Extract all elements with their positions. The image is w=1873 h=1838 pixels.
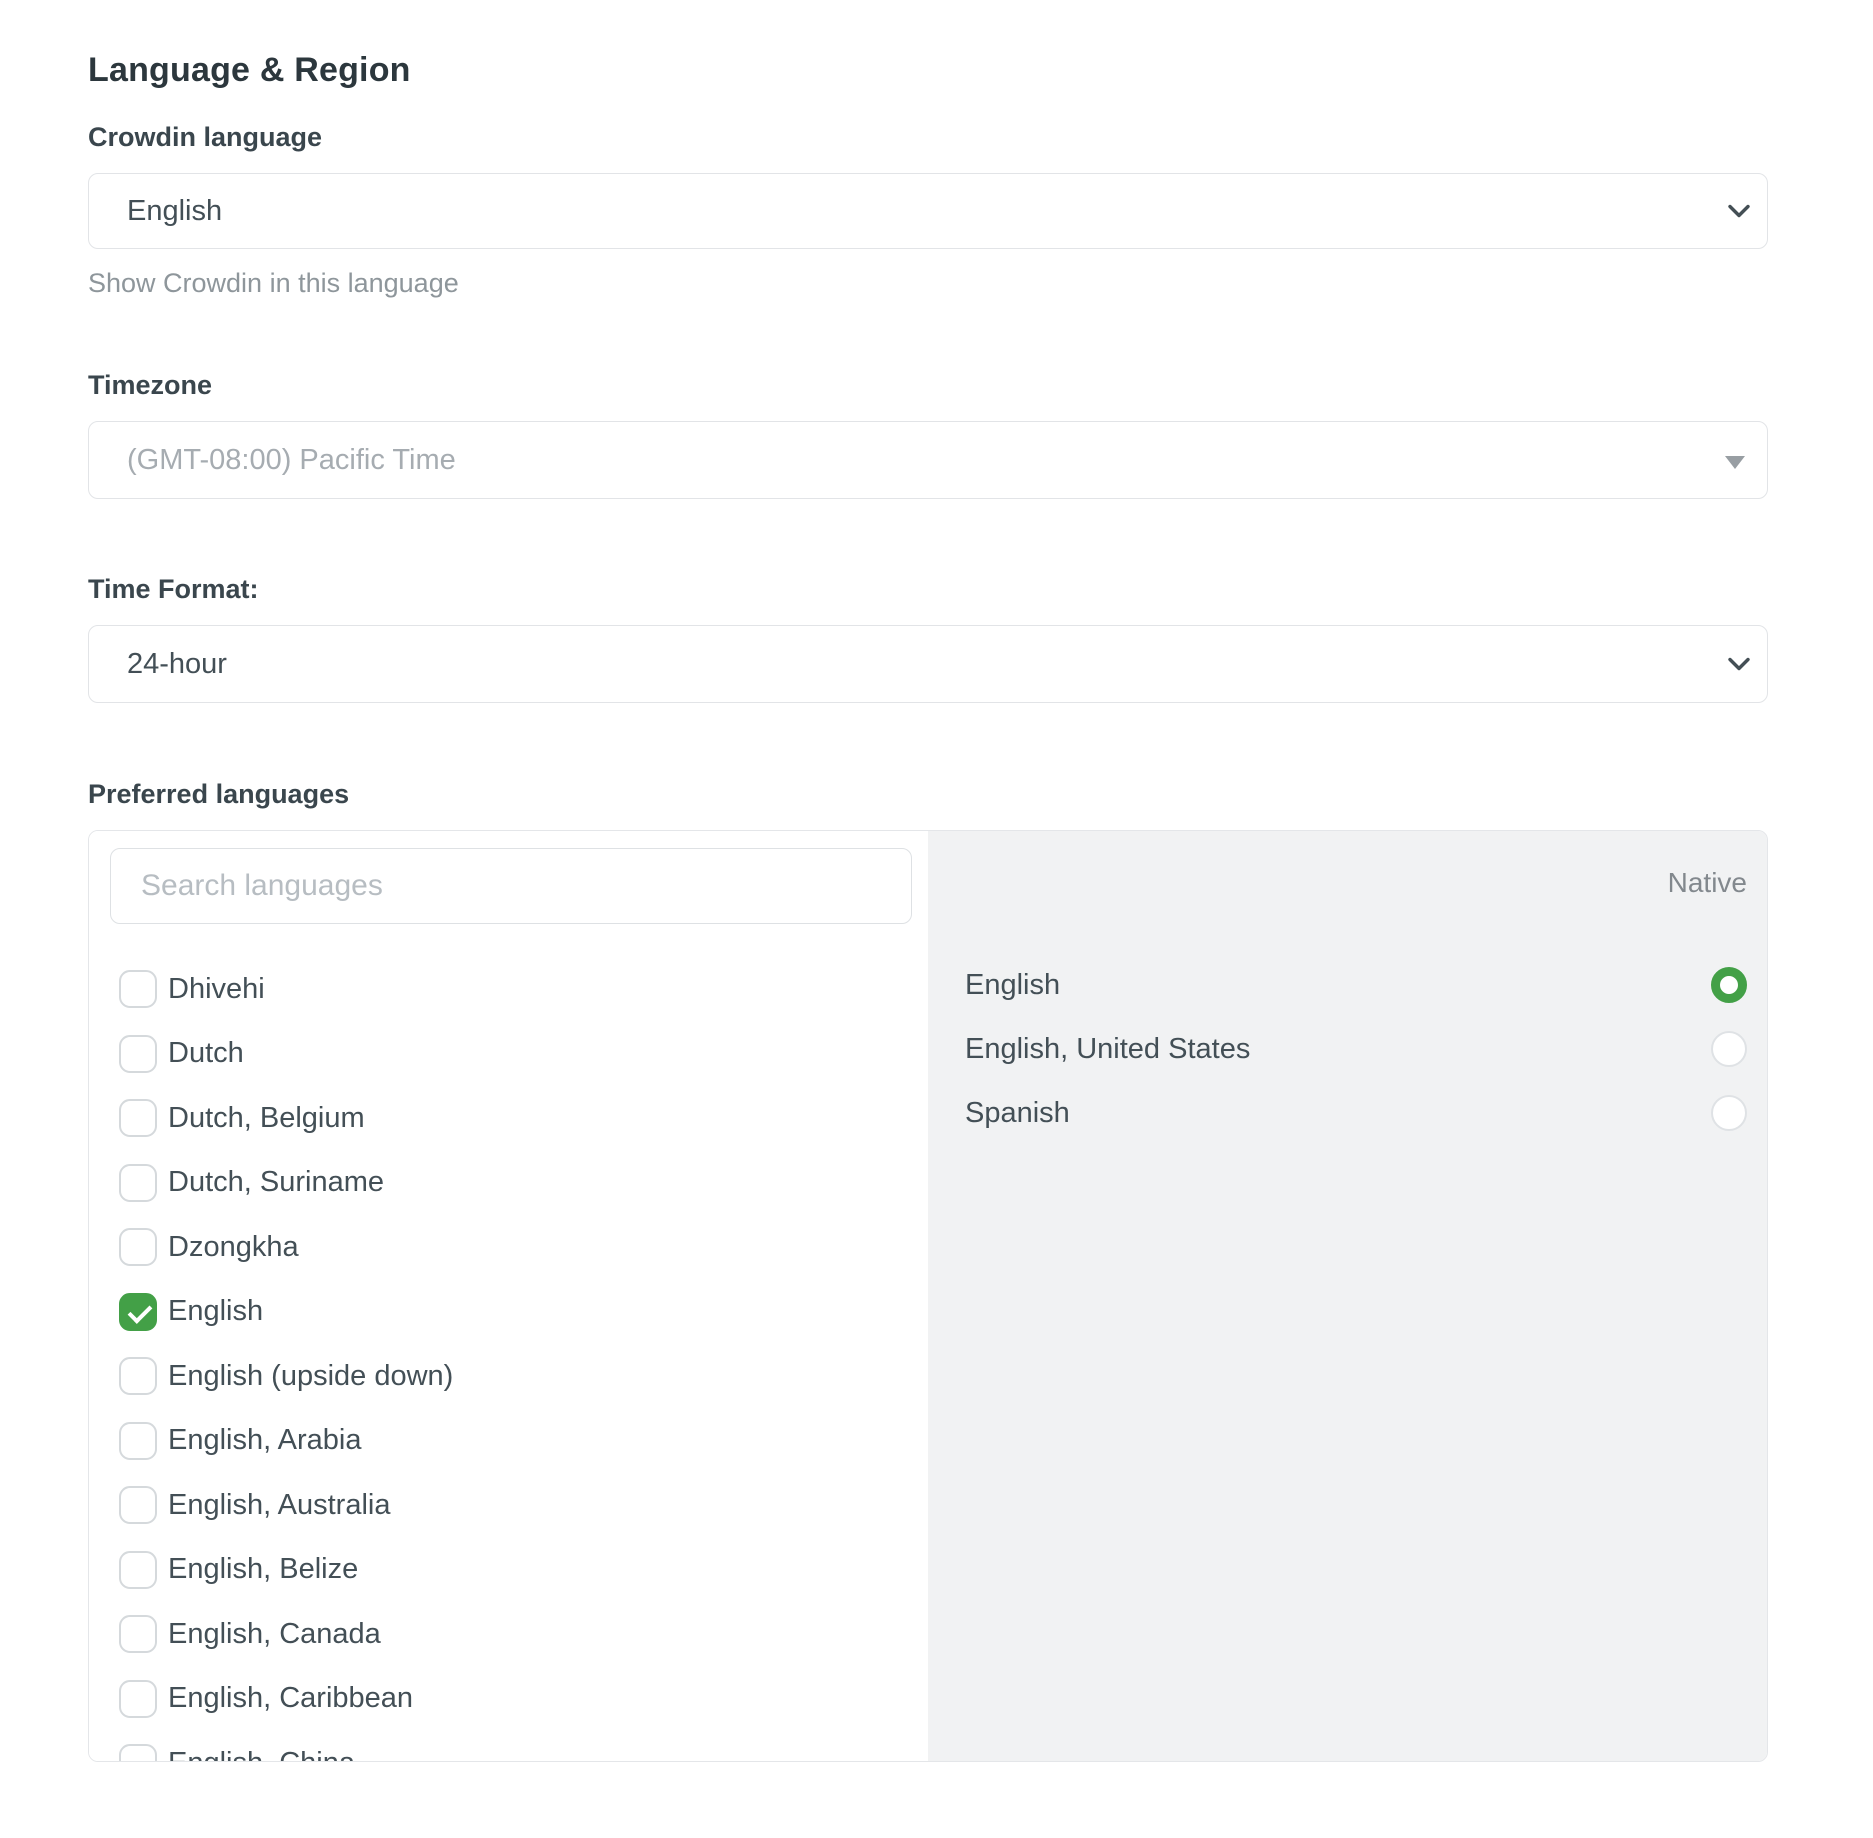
list-item[interactable]: English, Australia [119, 1473, 928, 1538]
checkbox[interactable] [119, 1680, 157, 1718]
language-option-label: Dutch [168, 1037, 244, 1070]
language-option-label: English, Australia [168, 1489, 390, 1522]
list-item: English, United States [965, 1017, 1747, 1081]
selected-languages-list: English English, United States Spanish [965, 953, 1747, 1145]
language-option-label: Dzongkha [168, 1231, 299, 1264]
selected-language-label: English, United States [965, 1033, 1250, 1066]
checkbox[interactable] [119, 970, 157, 1008]
list-item[interactable]: English, Canada [119, 1602, 928, 1667]
preferred-languages-panel: Dhivehi Dutch Dutch, Belgium Dutch, Suri… [88, 830, 1768, 1762]
list-item[interactable]: Dzongkha [119, 1215, 928, 1280]
list-item[interactable]: Dhivehi [119, 957, 928, 1022]
selected-language-label: Spanish [965, 1097, 1070, 1130]
language-list: Dhivehi Dutch Dutch, Belgium Dutch, Suri… [89, 957, 928, 1762]
checkbox[interactable] [119, 1099, 157, 1137]
triangle-down-icon [1725, 456, 1745, 469]
list-item[interactable]: Dutch, Belgium [119, 1086, 928, 1151]
native-column: Native English English, United States Sp… [928, 831, 1767, 1761]
language-option-label: English (upside down) [168, 1360, 453, 1393]
list-item[interactable]: English, Arabia [119, 1409, 928, 1474]
checkbox[interactable] [119, 1035, 157, 1073]
preferred-languages-label: Preferred languages [88, 777, 1768, 811]
language-option-label: Dhivehi [168, 973, 265, 1006]
native-header-label: Native [965, 866, 1747, 900]
native-radio[interactable] [1711, 1031, 1747, 1067]
crowdin-language-hint: Show Crowdin in this language [88, 266, 1768, 300]
timezone-select[interactable]: (GMT-08:00) Pacific Time [88, 421, 1768, 499]
language-options-column: Dhivehi Dutch Dutch, Belgium Dutch, Suri… [89, 831, 928, 1761]
list-item: Spanish [965, 1081, 1747, 1145]
list-item: English [965, 953, 1747, 1017]
chevron-down-icon [1727, 657, 1751, 672]
list-item[interactable]: English [119, 1280, 928, 1345]
timezone-label: Timezone [88, 368, 1768, 402]
search-wrap [89, 831, 928, 924]
page-title: Language & Region [88, 50, 1768, 90]
chevron-down-icon [1727, 204, 1751, 219]
language-option-label: English, Caribbean [168, 1682, 413, 1715]
list-item[interactable]: English, China [119, 1731, 928, 1762]
time-format-select[interactable]: 24-hour [88, 625, 1768, 703]
search-input[interactable] [110, 848, 912, 924]
native-radio[interactable] [1711, 1095, 1747, 1131]
crowdin-language-select[interactable]: English [88, 173, 1768, 249]
list-item[interactable]: Dutch [119, 1022, 928, 1087]
crowdin-language-value: English [127, 195, 222, 228]
checkbox[interactable] [119, 1744, 157, 1762]
list-item[interactable]: English (upside down) [119, 1344, 928, 1409]
language-option-label: English [168, 1295, 263, 1328]
language-region-settings-page: Language & Region Crowdin language Engli… [0, 0, 1873, 1838]
checkbox[interactable] [119, 1422, 157, 1460]
time-format-value: 24-hour [127, 648, 227, 681]
time-format-label: Time Format: [88, 572, 1768, 606]
language-option-label: Dutch, Suriname [168, 1166, 384, 1199]
list-item[interactable]: Dutch, Suriname [119, 1151, 928, 1216]
checkbox[interactable] [119, 1164, 157, 1202]
language-option-label: English, China [168, 1747, 355, 1762]
list-item[interactable]: English, Belize [119, 1538, 928, 1603]
crowdin-language-label: Crowdin language [88, 120, 1768, 154]
checkbox[interactable] [119, 1551, 157, 1589]
checkbox[interactable] [119, 1357, 157, 1395]
checkbox[interactable] [119, 1486, 157, 1524]
checkbox[interactable] [119, 1293, 157, 1331]
checkbox[interactable] [119, 1615, 157, 1653]
selected-language-label: English [965, 969, 1060, 1002]
language-option-label: Dutch, Belgium [168, 1102, 365, 1135]
timezone-value: (GMT-08:00) Pacific Time [127, 444, 456, 477]
native-radio[interactable] [1711, 967, 1747, 1003]
language-option-label: English, Arabia [168, 1424, 361, 1457]
language-option-label: English, Canada [168, 1618, 381, 1651]
language-option-label: English, Belize [168, 1553, 358, 1586]
list-item[interactable]: English, Caribbean [119, 1667, 928, 1732]
checkbox[interactable] [119, 1228, 157, 1266]
